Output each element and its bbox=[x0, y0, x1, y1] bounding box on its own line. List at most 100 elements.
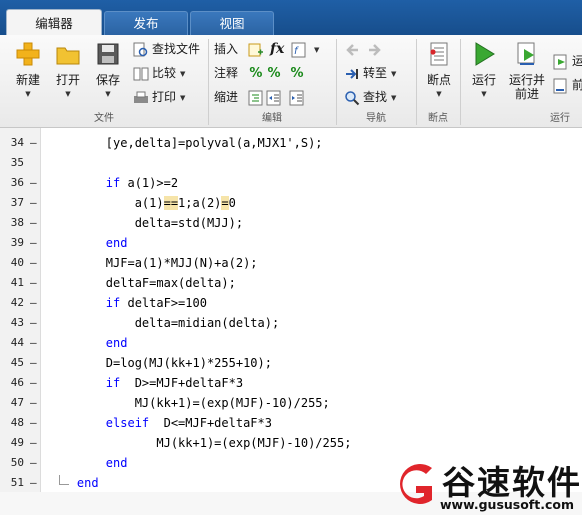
breakpoint-marker[interactable]: – bbox=[30, 213, 37, 233]
decrease-indent-button[interactable] bbox=[289, 87, 308, 107]
code-text: end bbox=[48, 233, 128, 253]
find-files-icon bbox=[133, 42, 148, 56]
tab-view[interactable]: 视图 bbox=[190, 11, 274, 35]
code-text: [ye,delta]=polyval(a,MJX1',S); bbox=[48, 136, 323, 150]
wrap-comments-button[interactable]: % bbox=[289, 63, 308, 83]
insert-function-button[interactable]: f ▼ bbox=[291, 39, 319, 59]
line-number: 50 bbox=[10, 456, 24, 469]
breakpoint-marker[interactable]: – bbox=[30, 333, 37, 353]
advance-button[interactable]: 前 bbox=[553, 75, 582, 95]
increase-indent-button[interactable] bbox=[266, 87, 285, 107]
breakpoint-marker[interactable]: – bbox=[30, 373, 37, 393]
breakpoint-marker[interactable]: – bbox=[30, 453, 37, 473]
new-button[interactable]: 新建 ▼ bbox=[8, 41, 48, 98]
uncomment-button[interactable]: % bbox=[266, 63, 285, 83]
ribbon: 新建 ▼ 打开 ▼ 保存 ▼ 查找文件 比较 ▼ 打印 ▼ 文件 插入 fx f ▼ bbox=[0, 35, 582, 128]
compare-button[interactable]: 比较 ▼ bbox=[133, 63, 185, 83]
match-highlight: = bbox=[221, 196, 229, 210]
fx-label: fx bbox=[270, 41, 285, 57]
line-number: 39 bbox=[10, 236, 24, 249]
code-text: end bbox=[48, 473, 99, 493]
breakpoint-marker[interactable]: – bbox=[30, 133, 37, 153]
breakpoint-marker[interactable]: – bbox=[30, 473, 37, 493]
search-icon bbox=[345, 90, 360, 105]
open-label: 打开 bbox=[55, 73, 80, 87]
chevron-down-icon: ▼ bbox=[25, 90, 31, 98]
breakpoint-marker[interactable]: – bbox=[30, 173, 37, 193]
code-text: a(1)==1;a(2)=0 bbox=[48, 196, 236, 210]
match-highlight: == bbox=[163, 196, 179, 210]
line-number: 48 bbox=[10, 416, 24, 429]
line-number: 49 bbox=[10, 436, 24, 449]
run-and-advance-button[interactable]: 运行并 前进 bbox=[507, 41, 547, 101]
save-label: 保存 bbox=[95, 73, 120, 87]
group-label-navigate: 导航 bbox=[366, 113, 386, 124]
find-files-label: 查找文件 bbox=[152, 42, 201, 56]
breakpoint-marker[interactable]: – bbox=[30, 353, 37, 373]
run-play-icon bbox=[475, 42, 495, 66]
increase-indent-icon bbox=[266, 90, 281, 105]
comment-label: 注释 bbox=[214, 66, 239, 80]
chevron-down-icon: ▼ bbox=[481, 90, 487, 98]
breakpoint-marker[interactable]: – bbox=[30, 393, 37, 413]
line-number: 43 bbox=[10, 316, 24, 329]
advance-icon bbox=[553, 78, 567, 93]
keyword: if bbox=[105, 376, 121, 390]
chevron-down-icon: ▼ bbox=[65, 90, 71, 98]
breakpoint-marker[interactable]: – bbox=[30, 273, 37, 293]
chevron-down-icon: ▼ bbox=[105, 90, 111, 98]
find-button[interactable]: 查找 ▼ bbox=[344, 87, 396, 107]
chevron-down-icon: ▼ bbox=[180, 93, 186, 102]
line-number: 44 bbox=[10, 336, 24, 349]
breakpoint-marker[interactable]: – bbox=[30, 413, 37, 433]
open-button[interactable]: 打开 ▼ bbox=[49, 41, 87, 98]
line-number: 46 bbox=[10, 376, 24, 389]
print-label: 打印 bbox=[152, 90, 177, 104]
advance-label: 前 bbox=[572, 78, 582, 92]
indent-button[interactable]: 缩进 bbox=[214, 87, 267, 107]
insert-button[interactable]: 插入 bbox=[214, 39, 267, 59]
fx-button[interactable]: fx bbox=[270, 39, 284, 59]
comment-button[interactable]: 注释 % bbox=[214, 63, 267, 83]
compare-label: 比较 bbox=[152, 66, 177, 80]
line-number: 47 bbox=[10, 396, 24, 409]
breakpoints-button[interactable]: 断点 ▼ bbox=[420, 41, 458, 98]
insert-section-icon bbox=[248, 43, 263, 56]
keyword: if bbox=[105, 176, 121, 190]
breakpoint-marker[interactable]: – bbox=[30, 233, 37, 253]
find-label: 查找 bbox=[363, 90, 388, 104]
tab-editor[interactable]: 编辑器 bbox=[6, 9, 102, 36]
save-button[interactable]: 保存 ▼ bbox=[89, 41, 127, 98]
indent-label: 缩进 bbox=[214, 90, 239, 104]
run-section-icon bbox=[553, 54, 567, 69]
keyword: end bbox=[105, 336, 128, 350]
back-arrow-icon bbox=[346, 43, 358, 56]
keyword: end bbox=[105, 456, 128, 470]
line-number: 45 bbox=[10, 356, 24, 369]
line-number: 35 bbox=[10, 156, 24, 169]
group-label-breakpoints: 断点 bbox=[428, 113, 448, 124]
save-disk-icon bbox=[97, 43, 119, 65]
keyword: elseif bbox=[105, 416, 150, 430]
line-number: 38 bbox=[10, 216, 24, 229]
watermark-logo-icon bbox=[400, 464, 432, 504]
breakpoint-marker[interactable]: – bbox=[30, 253, 37, 273]
run-label: 运行 bbox=[471, 73, 496, 87]
goto-button[interactable]: 转至 ▼ bbox=[344, 63, 396, 83]
breakpoint-marker[interactable]: – bbox=[30, 433, 37, 453]
find-files-button[interactable]: 查找文件 bbox=[133, 39, 200, 59]
print-button[interactable]: 打印 ▼ bbox=[133, 87, 185, 107]
run-button[interactable]: 运行 ▼ bbox=[465, 41, 503, 98]
new-plus-icon bbox=[16, 42, 40, 66]
navigate-arrows[interactable] bbox=[344, 39, 386, 59]
code-text: MJ(kk+1)=(exp(MJF)-10)/255; bbox=[48, 436, 352, 450]
line-number: 36 bbox=[10, 176, 24, 189]
run-section-button[interactable]: 运 bbox=[553, 51, 582, 71]
line-number: 41 bbox=[10, 276, 24, 289]
code-text: D=log(MJ(kk+1)*255+10); bbox=[48, 356, 272, 370]
tab-publish[interactable]: 发布 bbox=[104, 11, 188, 35]
breakpoint-marker[interactable]: – bbox=[30, 193, 37, 213]
breakpoint-marker[interactable]: – bbox=[30, 313, 37, 333]
code-text: elseif D<=MJF+deltaF*3 bbox=[105, 416, 272, 430]
breakpoint-marker[interactable]: – bbox=[30, 293, 37, 313]
